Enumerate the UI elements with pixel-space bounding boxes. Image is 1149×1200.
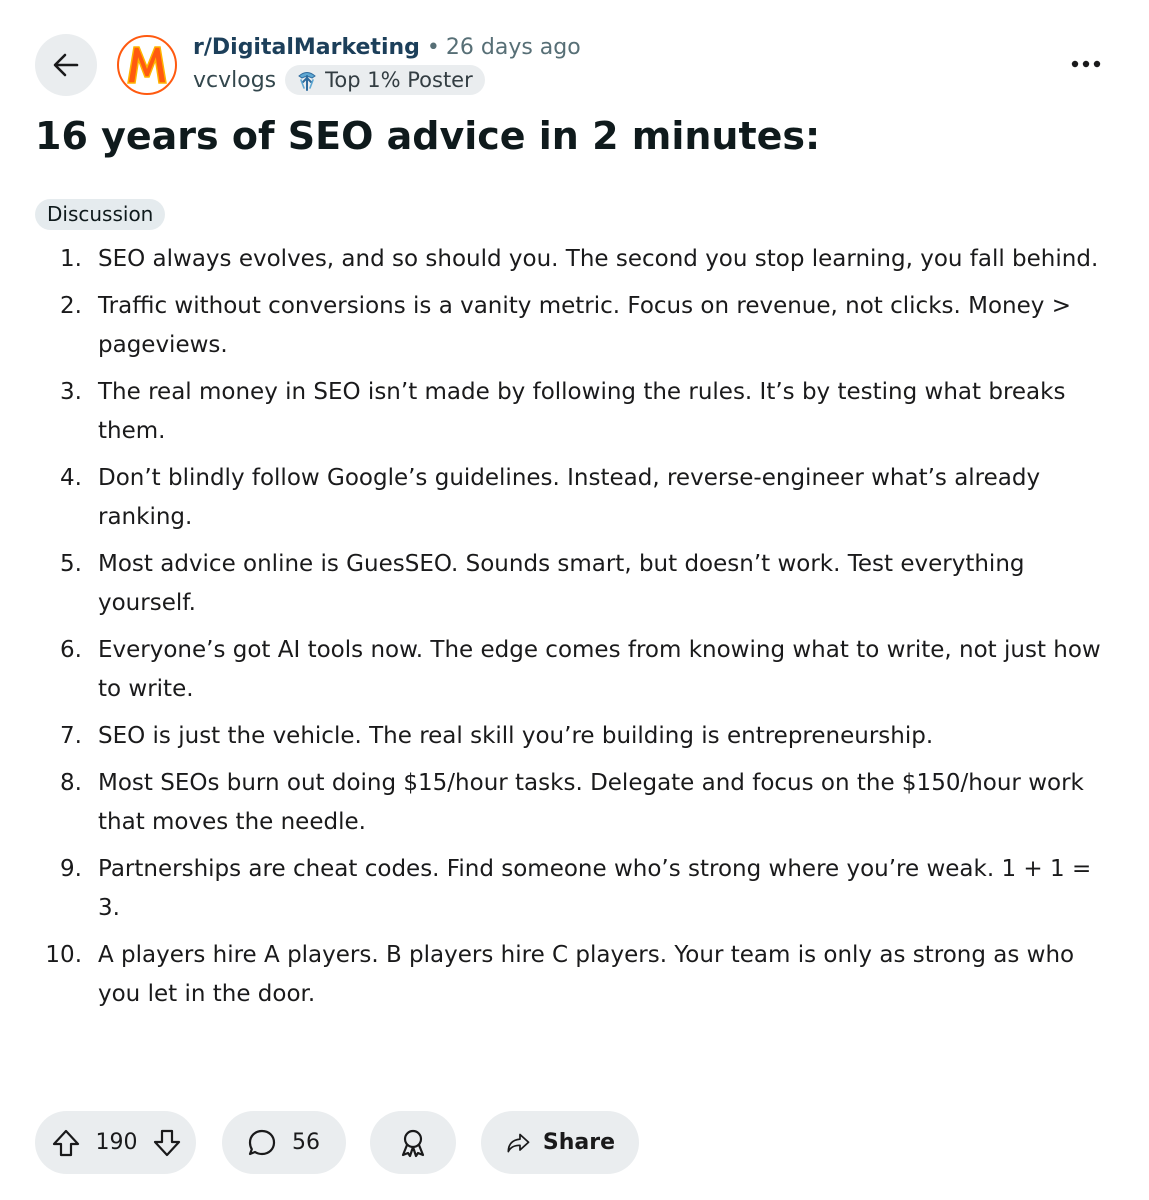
- downvote-arrow-icon: [153, 1129, 181, 1156]
- post-flair[interactable]: Discussion: [35, 199, 166, 230]
- upvote-count: 190: [95, 1130, 138, 1155]
- back-button[interactable]: [35, 34, 97, 96]
- list-item-number: 8.: [60, 770, 82, 796]
- list-item: 6. Everyone’s got AI tools now. The edge …: [0, 631, 1108, 709]
- comments-button[interactable]: 56: [222, 1111, 346, 1174]
- list-item-number: 10.: [45, 942, 82, 968]
- list-item-number: 6.: [60, 637, 82, 663]
- list-item-number: 7.: [60, 723, 82, 749]
- top-poster-icon: [298, 72, 316, 91]
- upvote-button[interactable]: [51, 1128, 81, 1158]
- list-item-text: Partnerships are cheat codes. Find someo…: [98, 856, 1092, 921]
- list-item: 8. Most SEOs burn out doing $15/hour task…: [0, 764, 1108, 842]
- author-badge: Top 1% Poster: [285, 65, 485, 95]
- list-item-number: 1.: [60, 246, 82, 272]
- list-item-text: A players hire A players. B players hire…: [98, 942, 1075, 1007]
- author-badge-label: Top 1% Poster: [325, 68, 473, 92]
- more-options-button[interactable]: [1060, 40, 1112, 88]
- list-item: 2. Traffic without conversions is a vanit…: [0, 287, 1108, 365]
- post-time: 26 days ago: [445, 35, 581, 60]
- subreddit-logo-icon: [121, 39, 173, 91]
- list-item-text: Most SEOs burn out doing $15/hour tasks.…: [98, 770, 1084, 835]
- post-title: 16 years of SEO advice in 2 minutes:: [35, 114, 821, 158]
- list-item-text: Traffic without conversions is a vanity …: [98, 293, 1071, 358]
- meta-separator: •: [426, 35, 440, 60]
- author-link[interactable]: vcvlogs: [193, 68, 276, 93]
- more-horizontal-icon: [1071, 60, 1101, 68]
- subreddit-avatar[interactable]: [117, 35, 177, 95]
- list-item-text: SEO always evolves, and so should you. T…: [98, 246, 1099, 272]
- list-item-text: Most advice online is GuesSEO. Sounds sm…: [98, 551, 1025, 616]
- arrow-left-icon: [53, 53, 79, 77]
- advice-list: 1. SEO always evolves, and so should you.…: [0, 240, 1120, 1022]
- comment-bubble-icon: [248, 1129, 276, 1155]
- list-item-text: SEO is just the vehicle. The real skill …: [98, 723, 934, 749]
- list-item-number: 5.: [60, 551, 82, 577]
- vote-control: 190: [35, 1111, 196, 1174]
- list-item: 9. Partnerships are cheat codes. Find som…: [0, 850, 1108, 928]
- award-button[interactable]: [370, 1111, 456, 1174]
- post-header: r/DigitalMarketing • 26 days ago vcvlogs T…: [0, 0, 1149, 110]
- award-icon: [401, 1129, 425, 1157]
- list-item-text: The real money in SEO isn’t made by foll…: [98, 379, 1066, 444]
- list-item-text: Don’t blindly follow Google’s guidelines…: [98, 465, 1041, 530]
- list-item: 7. SEO is just the vehicle. The real skil…: [0, 717, 1108, 756]
- list-item-number: 2.: [60, 293, 82, 319]
- list-item: 10. A players hire A players. B players h…: [0, 936, 1108, 1014]
- list-item-text: Everyone’s got AI tools now. The edge co…: [98, 637, 1101, 702]
- subreddit-link[interactable]: r/DigitalMarketing: [193, 35, 420, 60]
- list-item-number: 4.: [60, 465, 82, 491]
- list-item: 1. SEO always evolves, and so should you.…: [0, 240, 1108, 279]
- post-meta: r/DigitalMarketing • 26 days ago vcvlogs T…: [193, 32, 581, 95]
- list-item: 4. Don’t blindly follow Google’s guidelin…: [0, 459, 1108, 537]
- list-item: 3. The real money in SEO isn’t made by fo…: [0, 373, 1108, 451]
- share-label: Share: [542, 1130, 615, 1155]
- list-item: 5. Most advice online is GuesSEO. Sounds …: [0, 545, 1108, 623]
- share-button[interactable]: Share: [481, 1111, 639, 1174]
- upvote-arrow-icon: [52, 1129, 80, 1156]
- list-item-number: 9.: [60, 856, 82, 882]
- list-item-number: 3.: [60, 379, 82, 405]
- comment-count: 56: [292, 1130, 320, 1155]
- downvote-button[interactable]: [152, 1128, 182, 1158]
- share-arrow-icon: [507, 1133, 530, 1152]
